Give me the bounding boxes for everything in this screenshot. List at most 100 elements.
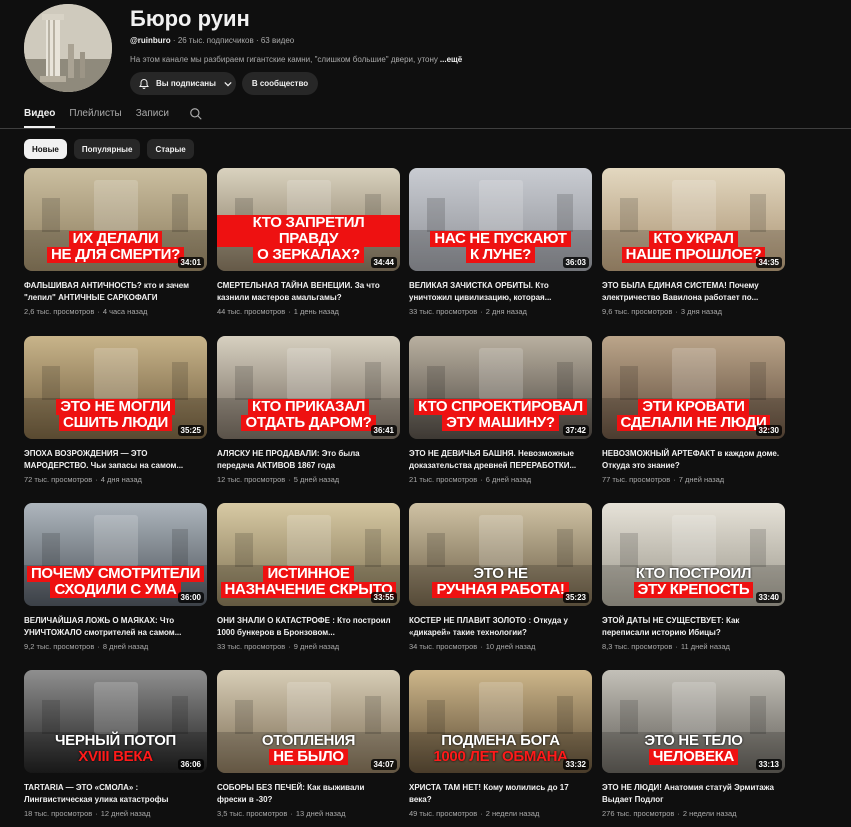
video-age: 2 недели назад [485,809,540,818]
video-meta: 276 тыс. просмотров · 2 недели назад [602,809,737,818]
video-views: 9,6 тыс. просмотров [602,307,673,316]
video-title[interactable]: ЭПОХА ВОЗРОЖДЕНИЯ — ЭТО МАРОДЕРСТВО. Чьи… [24,448,207,472]
video-card[interactable]: ЭТО НЕ ТЕЛО ЧЕЛОВЕКА 33:13 ЭТО НЕ ЛЮДИ! Ана… [602,670,785,818]
video-duration: 36:00 [177,592,204,603]
thumbnail-headline-line: ЭТО НЕ МОГЛИ [56,399,175,415]
video-duration: 33:32 [562,759,589,770]
more-link[interactable]: ...ещё [440,55,462,64]
video-title[interactable]: ВЕЛИЧАЙШАЯ ЛОЖЬ О МАЯКАХ: Что УНИЧТОЖАЛО… [24,615,207,639]
video-title[interactable]: СОБОРЫ БЕЗ ПЕЧЕЙ: Как выживали фрески в … [217,782,400,806]
video-duration: 36:06 [177,759,204,770]
video-title[interactable]: TARTARIA — ЭТО «СМОЛА» : Лингвистическая… [24,782,207,806]
video-card[interactable]: ОТОПЛЕНИЯ НЕ БЫЛО 34:07 СОБОРЫ БЕЗ ПЕЧЕЙ: К… [217,670,400,818]
video-duration: 32:30 [755,425,782,436]
video-duration: 33:40 [755,592,782,603]
video-card[interactable]: ЭТО НЕ МОГЛИ СШИТЬ ЛЮДИ 35:25 ЭПОХА ВОЗРОЖД… [24,336,207,484]
thumbnail-headline-line: НАС НЕ ПУСКАЮТ [430,231,571,247]
subscriber-count: 26 тыс. подписчиков [177,36,254,45]
video-duration: 34:35 [755,257,782,268]
tab-playlists[interactable]: Плейлисты [69,108,121,128]
video-card[interactable]: ИХ ДЕЛАЛИ НЕ ДЛЯ СМЕРТИ? 34:01 ФАЛЬШИВАЯ АН… [24,168,207,316]
video-card[interactable]: КТО СПРОЕКТИРОВАЛ ЭТУ МАШИНУ? 37:42 ЭТО НЕ … [409,336,592,484]
video-meta: 9,2 тыс. просмотров · 8 дней назад [24,642,149,651]
channel-description[interactable]: На этом канале мы разбираем гигантские к… [130,55,462,64]
subscribed-label: Вы подписаны [156,79,216,88]
video-age: 2 дня назад [485,307,527,316]
sort-chips: Новые Популярные Старые [24,139,194,159]
thumbnail-headline-line: ЭТУ МАШИНУ? [442,415,559,431]
video-card[interactable]: ПОЧЕМУ СМОТРИТЕЛИ СХОДИЛИ С УМА 36:00 ВЕЛИЧ… [24,503,207,651]
video-title[interactable]: НЕВОЗМОЖНЫЙ АРТЕФАКТ в каждом доме. Отку… [602,448,785,472]
video-thumbnail[interactable]: КТО СПРОЕКТИРОВАЛ ЭТУ МАШИНУ? 37:42 [409,336,592,439]
search-icon[interactable] [189,107,203,121]
community-button[interactable]: В сообщество [242,72,318,95]
video-meta: 3,5 тыс. просмотров · 13 дней назад [217,809,346,818]
video-thumbnail[interactable]: ПОДМЕНА БОГА 1000 ЛЕТ ОБМАНА 33:32 [409,670,592,773]
video-card[interactable]: КТО ПРИКАЗАЛ ОТДАТЬ ДАРОМ? 36:41 АЛЯСКУ НЕ … [217,336,400,484]
video-title[interactable]: СМЕРТЕЛЬНАЯ ТАЙНА ВЕНЕЦИИ. За что казнил… [217,280,400,304]
tab-posts[interactable]: Записи [136,108,169,128]
video-thumbnail[interactable]: ИХ ДЕЛАЛИ НЕ ДЛЯ СМЕРТИ? 34:01 [24,168,207,271]
video-thumbnail[interactable]: КТО ЗАПРЕТИЛ ПРАВДУ О ЗЕРКАЛАХ? 34:44 [217,168,400,271]
video-title[interactable]: ВЕЛИКАЯ ЗАЧИСТКА ОРБИТЫ. Кто уничтожил ц… [409,280,592,304]
video-meta: 9,6 тыс. просмотров · 3 дня назад [602,307,722,316]
video-card[interactable]: ЧЕРНЫЙ ПОТОП XVIII ВЕКА 36:06 TARTARIA — ЭТ… [24,670,207,818]
video-duration: 36:03 [562,257,589,268]
video-thumbnail[interactable]: КТО ПОСТРОИЛ ЭТУ КРЕПОСТЬ 33:40 [602,503,785,606]
video-title[interactable]: КОСТЕР НЕ ПЛАВИТ ЗОЛОТО : Откуда у «дика… [409,615,592,639]
tab-videos[interactable]: Видео [24,108,56,128]
chevron-down-icon [224,81,232,86]
video-age: 4 дня назад [100,475,142,484]
video-thumbnail[interactable]: ЭТО НЕ МОГЛИ СШИТЬ ЛЮДИ 35:25 [24,336,207,439]
video-thumbnail[interactable]: ЭТО НЕ РУЧНАЯ РАБОТА! 35:23 [409,503,592,606]
video-title[interactable]: ЭТО БЫЛА ЕДИНАЯ СИСТЕМА! Почему электрич… [602,280,785,304]
video-thumbnail[interactable]: НАС НЕ ПУСКАЮТ К ЛУНЕ? 36:03 [409,168,592,271]
video-views: 49 тыс. просмотров [409,809,478,818]
video-title[interactable]: ЭТОЙ ДАТЫ НЕ СУЩЕСТВУЕТ: Как переписали … [602,615,785,639]
chip-popular[interactable]: Популярные [73,139,141,159]
video-title[interactable]: ФАЛЬШИВАЯ АНТИЧНОСТЬ? кто и зачем "лепил… [24,280,207,304]
video-card[interactable]: КТО УКРАЛ НАШЕ ПРОШЛОЕ? 34:35 ЭТО БЫЛА ЕДИН… [602,168,785,316]
video-age: 9 дней назад [293,642,340,651]
thumbnail-headline-line: 1000 ЛЕТ ОБМАНА [433,748,568,765]
video-thumbnail[interactable]: ЭТИ КРОВАТИ СДЕЛАЛИ НЕ ЛЮДИ 32:30 [602,336,785,439]
video-title[interactable]: АЛЯСКУ НЕ ПРОДАВАЛИ: Это была передача А… [217,448,400,472]
video-thumbnail[interactable]: ЭТО НЕ ТЕЛО ЧЕЛОВЕКА 33:13 [602,670,785,773]
video-views: 276 тыс. просмотров [602,809,675,818]
channel-avatar[interactable] [24,4,112,92]
video-card[interactable]: ЭТО НЕ РУЧНАЯ РАБОТА! 35:23 КОСТЕР НЕ ПЛАВИ… [409,503,592,651]
video-views: 18 тыс. просмотров [24,809,93,818]
video-thumbnail[interactable]: ЧЕРНЫЙ ПОТОП XVIII ВЕКА 36:06 [24,670,207,773]
video-card[interactable]: ЭТИ КРОВАТИ СДЕЛАЛИ НЕ ЛЮДИ 32:30 НЕВОЗМОЖН… [602,336,785,484]
thumbnail-headline-line: ОТОПЛЕНИЯ [261,732,356,749]
video-thumbnail[interactable]: ПОЧЕМУ СМОТРИТЕЛИ СХОДИЛИ С УМА 36:00 [24,503,207,606]
video-thumbnail[interactable]: КТО ПРИКАЗАЛ ОТДАТЬ ДАРОМ? 36:41 [217,336,400,439]
video-title[interactable]: ЭТО НЕ ЛЮДИ! Анатомия статуй Эрмитажа Вы… [602,782,785,806]
thumbnail-headline-line: ИХ ДЕЛАЛИ [68,231,163,247]
video-age: 12 дней назад [100,809,151,818]
video-card[interactable]: КТО ПОСТРОИЛ ЭТУ КРЕПОСТЬ 33:40 ЭТОЙ ДАТЫ Н… [602,503,785,651]
video-duration: 33:13 [755,759,782,770]
video-card[interactable]: ИСТИННОЕ НАЗНАЧЕНИЕ СКРЫТО 33:55 ОНИ ЗНАЛИ … [217,503,400,651]
subscribed-button[interactable]: Вы подписаны [130,72,236,95]
video-title[interactable]: ЭТО НЕ ДЕВИЧЬЯ БАШНЯ. Невозможные доказа… [409,448,592,472]
chip-oldest[interactable]: Старые [147,139,194,159]
channel-meta: @ruinburo · 26 тыс. подписчиков · 63 вид… [130,36,295,45]
video-title[interactable]: ОНИ ЗНАЛИ О КАТАСТРОФЕ : Кто построил 10… [217,615,400,639]
video-thumbnail[interactable]: ОТОПЛЕНИЯ НЕ БЫЛО 34:07 [217,670,400,773]
thumbnail-headline-line: XVIII ВЕКА [78,748,153,765]
video-card[interactable]: ПОДМЕНА БОГА 1000 ЛЕТ ОБМАНА 33:32 ХРИСТА Т… [409,670,592,818]
thumbnail-headline-line: О ЗЕРКАЛАХ? [253,247,364,263]
chip-newest[interactable]: Новые [24,139,67,159]
video-title[interactable]: ХРИСТА ТАМ НЕТ! Кому молились до 17 века… [409,782,592,806]
video-views: 77 тыс. просмотров [602,475,671,484]
video-meta: 77 тыс. просмотров · 7 дней назад [602,475,725,484]
video-thumbnail[interactable]: КТО УКРАЛ НАШЕ ПРОШЛОЕ? 34:35 [602,168,785,271]
video-card[interactable]: КТО ЗАПРЕТИЛ ПРАВДУ О ЗЕРКАЛАХ? 34:44 СМЕРТ… [217,168,400,316]
video-card[interactable]: НАС НЕ ПУСКАЮТ К ЛУНЕ? 36:03 ВЕЛИКАЯ ЗАЧИСТ… [409,168,592,316]
thumbnail-headline-line: СХОДИЛИ С УМА [50,582,181,598]
video-age: 10 дней назад [485,642,536,651]
video-views: 2,6 тыс. просмотров [24,307,95,316]
video-thumbnail[interactable]: ИСТИННОЕ НАЗНАЧЕНИЕ СКРЫТО 33:55 [217,503,400,606]
video-views: 12 тыс. просмотров [217,475,286,484]
